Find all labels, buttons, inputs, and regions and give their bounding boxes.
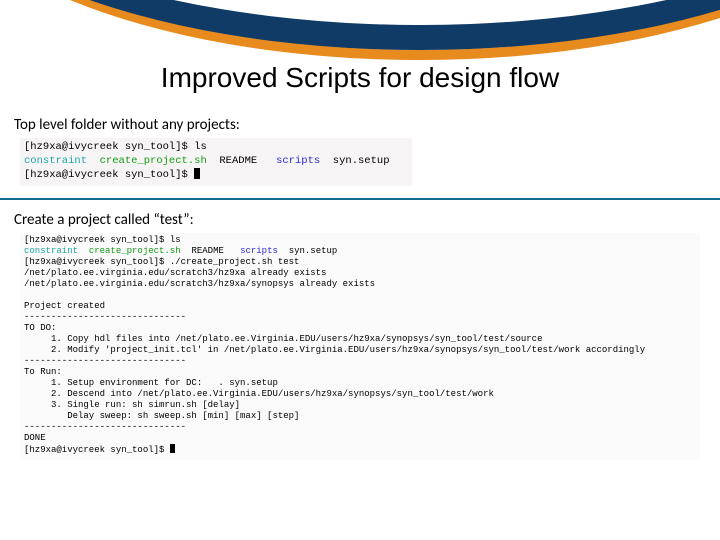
file-readme: README (191, 246, 223, 256)
file-syn-setup: syn.setup (333, 155, 390, 167)
caption-create-project: Create a project called “test”: (14, 211, 194, 229)
dir-constraint: constraint (24, 246, 78, 256)
dir-constraint: constraint (24, 155, 87, 167)
output-line: Project created (24, 301, 105, 311)
output-line: Delay sweep: sh sweep.sh [min] [max] [st… (24, 411, 299, 421)
script-create-project: create_project.sh (100, 155, 207, 167)
terminal-create-project-output: [hz9xa@ivycreek syn_tool]$ ls constraint… (20, 233, 700, 460)
output-line: /net/plato.ee.virginia.edu/scratch3/hz9x… (24, 279, 375, 289)
output-line: 3. Single run: sh simrun.sh [delay] (24, 400, 240, 410)
output-dashes: ------------------------------ (24, 356, 186, 366)
output-line: /net/plato.ee.virginia.edu/scratch3/hz9x… (24, 268, 326, 278)
prompt: [hz9xa@ivycreek syn_tool]$ (24, 169, 194, 181)
slide-title: Improved Scripts for design flow (0, 62, 720, 94)
dir-scripts: scripts (276, 155, 320, 167)
file-readme: README (219, 155, 257, 167)
output-dashes: ------------------------------ (24, 422, 186, 432)
script-create-project: create_project.sh (89, 246, 181, 256)
section-divider (0, 198, 720, 200)
cursor-icon (194, 168, 200, 179)
output-line: TO DO: (24, 323, 56, 333)
output-dashes: ------------------------------ (24, 312, 186, 322)
prompt: [hz9xa@ivycreek syn_tool]$ (24, 257, 170, 267)
command: ls (194, 141, 207, 153)
terminal-ls-output: [hz9xa@ivycreek syn_tool]$ ls constraint… (20, 138, 412, 186)
output-line: 1. Copy hdl files into /net/plato.ee.Vir… (24, 334, 542, 344)
command: ./create_project.sh test (170, 257, 300, 267)
output-line: 2. Modify 'project_init.tcl' in /net/pla… (24, 345, 645, 355)
output-line: DONE (24, 433, 46, 443)
file-syn-setup: syn.setup (289, 246, 338, 256)
prompt: [hz9xa@ivycreek syn_tool]$ (24, 445, 170, 455)
prompt: [hz9xa@ivycreek syn_tool]$ (24, 141, 194, 153)
output-line: 1. Setup environment for DC: . syn.setup (24, 378, 278, 388)
cursor-icon (170, 444, 175, 453)
caption-top-level-folder: Top level folder without any projects: (14, 116, 240, 134)
output-line: To Run: (24, 367, 62, 377)
dir-scripts: scripts (240, 246, 278, 256)
prompt: [hz9xa@ivycreek syn_tool]$ (24, 235, 170, 245)
command: ls (170, 235, 181, 245)
output-line: 2. Descend into /net/plato.ee.Virginia.E… (24, 389, 494, 399)
